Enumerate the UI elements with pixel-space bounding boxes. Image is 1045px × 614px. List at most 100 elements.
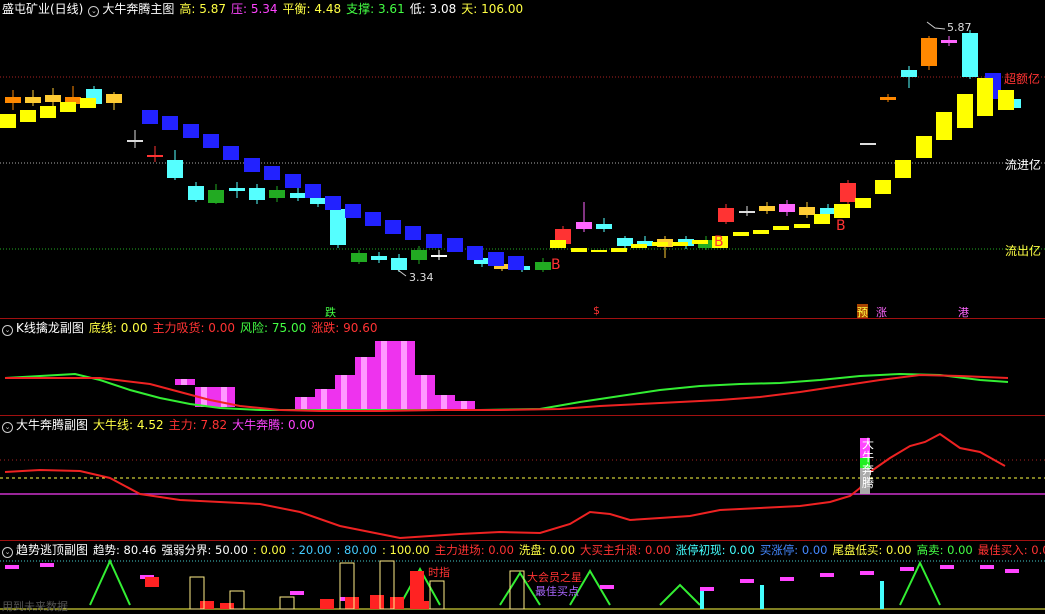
- candle-body: [330, 209, 346, 245]
- trend-block: [20, 110, 36, 122]
- main-force-line: [4, 432, 1006, 540]
- sub1-bar-highlight: [181, 379, 187, 385]
- sub3-stat: : 20.00: [291, 543, 332, 557]
- candle-body: [596, 224, 612, 229]
- sub3-stats: 趋势: 80.46 强弱分界: 50.00: 0.00: 20.00: 80.00…: [93, 543, 1045, 557]
- label-outflow: 流出亿: [1005, 244, 1042, 258]
- candle-body: [5, 97, 21, 103]
- candle-body: [860, 143, 876, 145]
- settings-icon[interactable]: ⌄: [2, 547, 13, 558]
- main-header: 盛屯矿业(日线) ⌄ 大牛奔腾主图 高: 5.87 压: 5.34 平衡: 4.48 支撑:…: [2, 2, 528, 17]
- sub3-shapes: [5, 558, 1019, 610]
- main-indicator-name[interactable]: 大牛奔腾主图: [102, 2, 174, 16]
- high-annotation: 5.87: [947, 21, 972, 34]
- candle-body: [739, 211, 755, 213]
- candle-body: [962, 33, 978, 77]
- sub2-stat: 主力: 7.82: [168, 418, 228, 432]
- trend-block: [652, 242, 668, 246]
- sub3-stat: 主力进场: 0.00: [434, 543, 514, 557]
- buy-marker-1: B: [551, 257, 561, 273]
- sub1-name[interactable]: K线擒龙副图: [16, 321, 84, 335]
- trend-block: [957, 94, 973, 128]
- label-inflow: 流进亿: [1005, 158, 1042, 172]
- sub2-pane[interactable]: ⌄ 大牛奔腾副图 大牛线: 4.52 主力: 7.82 大牛奔腾: 0.00 大牛奔腾: [0, 416, 1045, 540]
- down-block: [467, 246, 483, 260]
- label-excess: 超额亿: [1004, 72, 1041, 86]
- sub3-pane[interactable]: ⌄ 趋势逃顶副图 趋势: 80.46 强弱分界: 50.00: 0.00: 20.00…: [0, 541, 1045, 613]
- main-stat: 天: 106.00: [461, 2, 524, 16]
- candle-body: [921, 38, 937, 66]
- annot-time: 时指: [428, 566, 450, 579]
- down-block: [223, 146, 239, 160]
- candle-body: [880, 97, 896, 100]
- limit-up-bar: [880, 581, 884, 609]
- marker-dollar: $: [593, 304, 600, 317]
- high-annot-arrow: [926, 21, 946, 30]
- trend-dash: [600, 585, 614, 589]
- down-block: [405, 226, 421, 240]
- trend-block: [855, 198, 871, 208]
- sub3-stat: : 80.00: [336, 543, 377, 557]
- down-block: [162, 116, 178, 130]
- sub1-bar-highlight: [301, 397, 307, 409]
- settings-icon[interactable]: ⌄: [2, 422, 13, 433]
- sub2-name[interactable]: 大牛奔腾副图: [16, 418, 88, 432]
- sub3-stat: 强弱分界: 50.00: [161, 543, 248, 557]
- triangle-signal: [89, 558, 131, 606]
- candle-body: [941, 40, 957, 43]
- sub1-bar-highlight: [321, 389, 327, 409]
- down-block: [203, 134, 219, 148]
- sub1-bar-highlight: [361, 357, 367, 411]
- settings-icon[interactable]: ⌄: [88, 6, 100, 17]
- sub3-name[interactable]: 趋势逃顶副图: [16, 543, 88, 557]
- trend-block: [936, 112, 952, 140]
- down-block: [508, 256, 524, 270]
- marker-pre: 预: [857, 304, 868, 318]
- main-chart-pane[interactable]: 盛屯矿业(日线) ⌄ 大牛奔腾主图 高: 5.87 压: 5.34 平衡: 4.48 支撑:…: [0, 0, 1045, 318]
- main-stat: 低: 3.08: [409, 2, 457, 16]
- sub1-pane[interactable]: ⌄ K线擒龙副图 底线: 0.00 主力吸货: 0.00 风险: 75.00 涨跌: 90…: [0, 319, 1045, 415]
- sub1-bar-highlight: [421, 375, 427, 411]
- trend-block: [672, 242, 688, 246]
- stock-name[interactable]: 盛屯矿业(日线): [2, 2, 83, 16]
- candle-body: [535, 262, 551, 270]
- entry-bar: [320, 599, 334, 609]
- candle-body: [840, 183, 856, 202]
- trend-dash: [40, 563, 54, 567]
- trend-dash: [700, 587, 714, 591]
- down-block: [142, 110, 158, 124]
- candle-body: [901, 70, 917, 77]
- washout-outline: [279, 596, 295, 610]
- candle-body: [759, 206, 775, 211]
- candle-body: [290, 193, 306, 198]
- candle-body: [576, 222, 592, 229]
- down-block: [345, 204, 361, 218]
- bull-vertical-text: 大牛奔腾: [862, 437, 875, 490]
- trend-block: [998, 90, 1014, 110]
- trend-block: [814, 214, 830, 224]
- sub1-stats: 底线: 0.00 主力吸货: 0.00 风险: 75.00 涨跌: 90.60: [89, 321, 383, 335]
- trend-dash: [780, 577, 794, 581]
- marker-fall: 跌: [325, 306, 336, 318]
- candle-body: [269, 190, 285, 198]
- candles-group: [5, 30, 1021, 272]
- sub1-stat: 底线: 0.00: [88, 321, 148, 335]
- sub2-stat: 大牛线: 4.52: [93, 418, 164, 432]
- sub3-stat: 洗盘: 0.00: [518, 543, 576, 557]
- candle-body: [208, 190, 224, 203]
- change-line: [5, 373, 1009, 412]
- main-stat: 平衡: 4.48: [282, 2, 342, 16]
- candle-body: [249, 188, 265, 200]
- main-stat: 压: 5.34: [230, 2, 278, 16]
- entry-bar: [370, 595, 384, 609]
- trend-block: [611, 248, 627, 252]
- sub3-stat: 高卖: 0.00: [916, 543, 973, 557]
- main-stat: 支撑: 3.61: [346, 2, 405, 16]
- down-block: [385, 220, 401, 234]
- settings-icon[interactable]: ⌄: [2, 325, 13, 336]
- candle-body: [351, 253, 367, 262]
- trend-block: [631, 244, 647, 248]
- candle-body: [617, 238, 633, 246]
- sub3-stat: 大买主升浪: 0.00: [580, 543, 671, 557]
- entry-bar: [345, 597, 359, 609]
